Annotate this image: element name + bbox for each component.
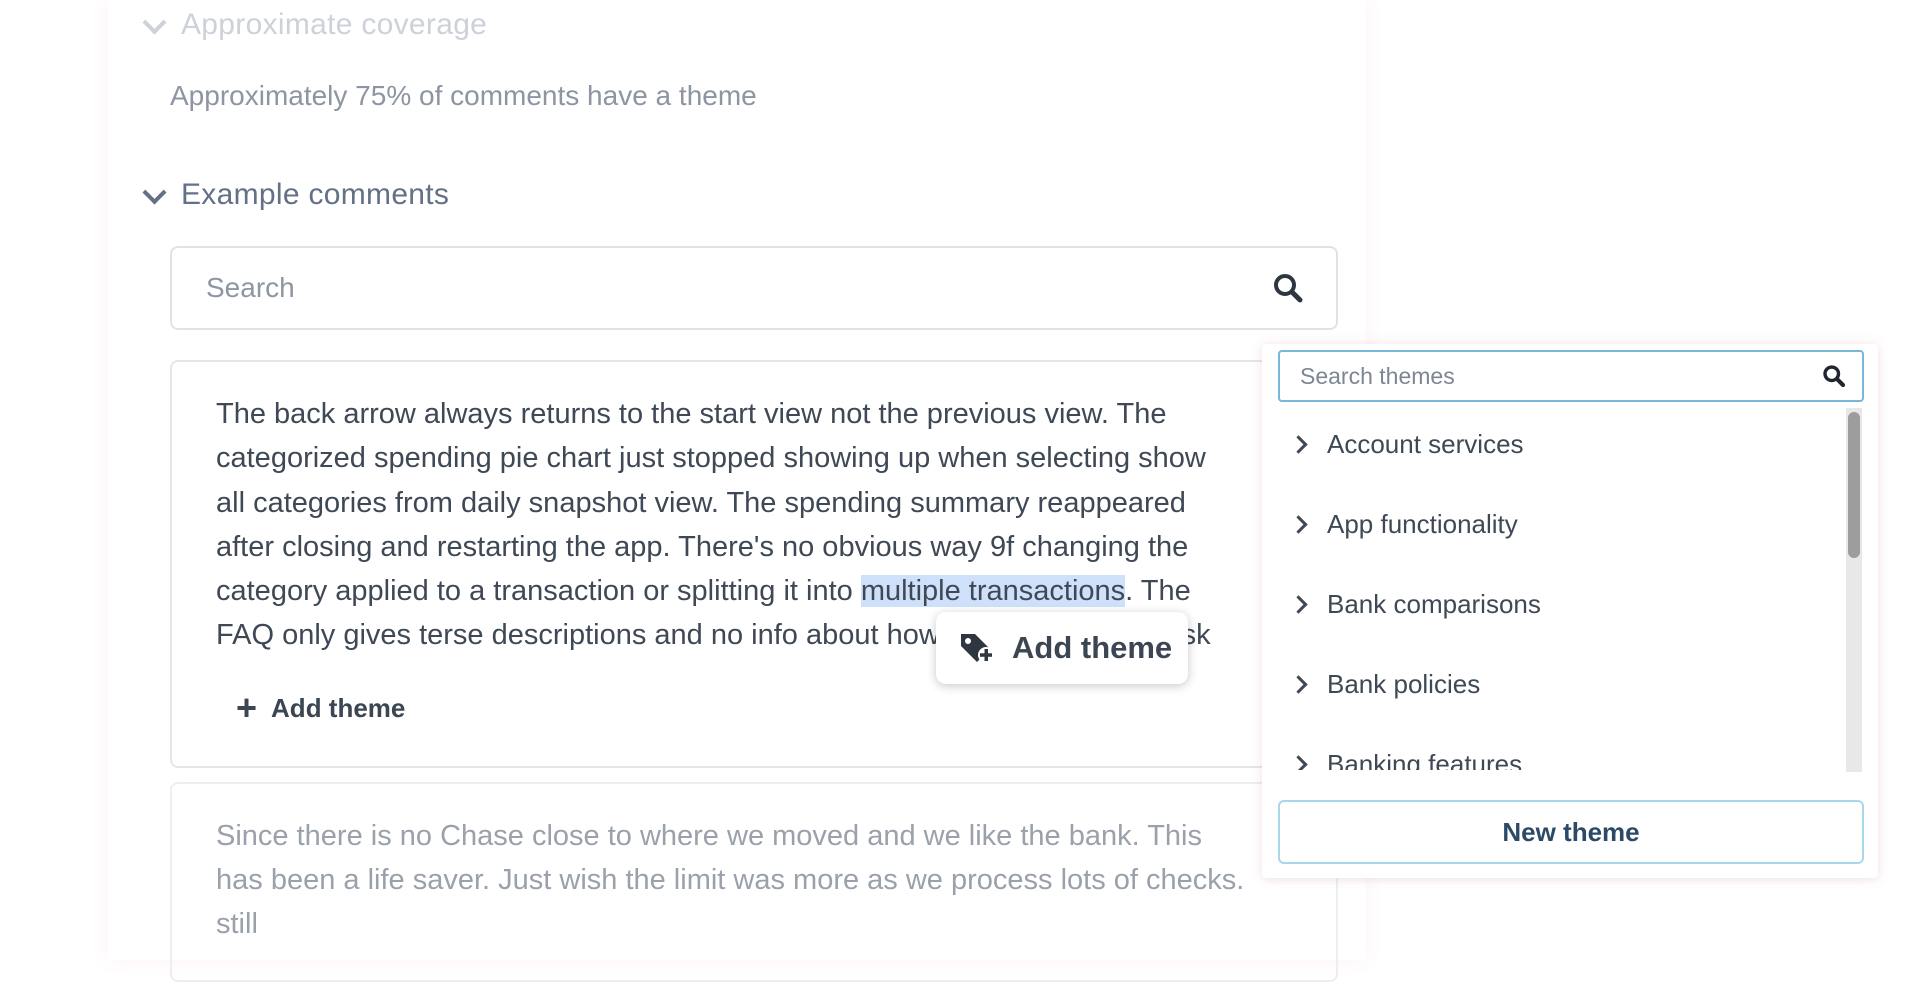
theme-picker-dropdown: Account services App functionality Bank … <box>1262 344 1878 878</box>
theme-item-label: App functionality <box>1327 508 1518 539</box>
theme-item[interactable]: App functionality <box>1278 494 1518 554</box>
chevron-right-icon <box>1289 514 1308 534</box>
theme-item[interactable]: Account services <box>1278 414 1524 474</box>
theme-item-label: Bank comparisons <box>1327 588 1541 619</box>
plus-icon: + <box>236 687 258 728</box>
comment-text[interactable]: Since there is no Chase close to where w… <box>216 814 1256 946</box>
coverage-text: Approximately 75% of comments have a the… <box>170 80 757 111</box>
comment-card: Since there is no Chase close to where w… <box>170 782 1338 982</box>
theme-item-label: Account services <box>1327 428 1524 459</box>
chevron-right-icon <box>1289 434 1308 454</box>
examples-heading: Example comments <box>181 178 450 211</box>
search-icon[interactable] <box>1822 364 1846 388</box>
examples-section-toggle[interactable]: Example comments <box>140 178 449 212</box>
theme-item-label: Bank policies <box>1327 668 1481 699</box>
chevron-down-icon <box>142 9 167 35</box>
search-icon[interactable] <box>1272 272 1304 304</box>
chevron-down-icon <box>142 179 167 205</box>
comments-search-input[interactable] <box>204 271 1272 305</box>
theme-search-box <box>1278 350 1864 402</box>
comment-card: The back arrow always returns to the sta… <box>170 360 1338 768</box>
theme-list: Account services App functionality Bank … <box>1278 408 1864 770</box>
theme-item[interactable]: Banking features <box>1278 734 1522 770</box>
coverage-section-toggle[interactable]: Approximate coverage <box>140 8 487 42</box>
tag-plus-icon <box>961 634 994 663</box>
theme-list-scrollbar-thumb[interactable] <box>1848 412 1860 558</box>
add-theme-popover-label: Add theme <box>1012 630 1173 665</box>
new-theme-button[interactable]: New theme <box>1278 800 1864 864</box>
chevron-right-icon <box>1289 594 1308 614</box>
chevron-right-icon <box>1289 754 1308 770</box>
theme-item[interactable]: Bank policies <box>1278 654 1480 714</box>
theme-item[interactable]: Bank comparisons <box>1278 574 1541 634</box>
add-theme-popover-button[interactable]: Add theme <box>936 612 1188 684</box>
theme-detail-panel: Approximate coverage Approximately 75% o… <box>108 0 1366 982</box>
theme-search-input[interactable] <box>1298 361 1822 391</box>
add-theme-label: Add theme <box>271 692 406 723</box>
add-theme-button[interactable]: + Add theme <box>236 690 405 726</box>
comments-search-box <box>170 246 1338 330</box>
coverage-heading: Approximate coverage <box>181 8 488 41</box>
chevron-right-icon <box>1289 674 1308 694</box>
theme-item-label: Banking features <box>1327 748 1523 771</box>
selected-text[interactable]: multiple transactions <box>860 575 1126 608</box>
